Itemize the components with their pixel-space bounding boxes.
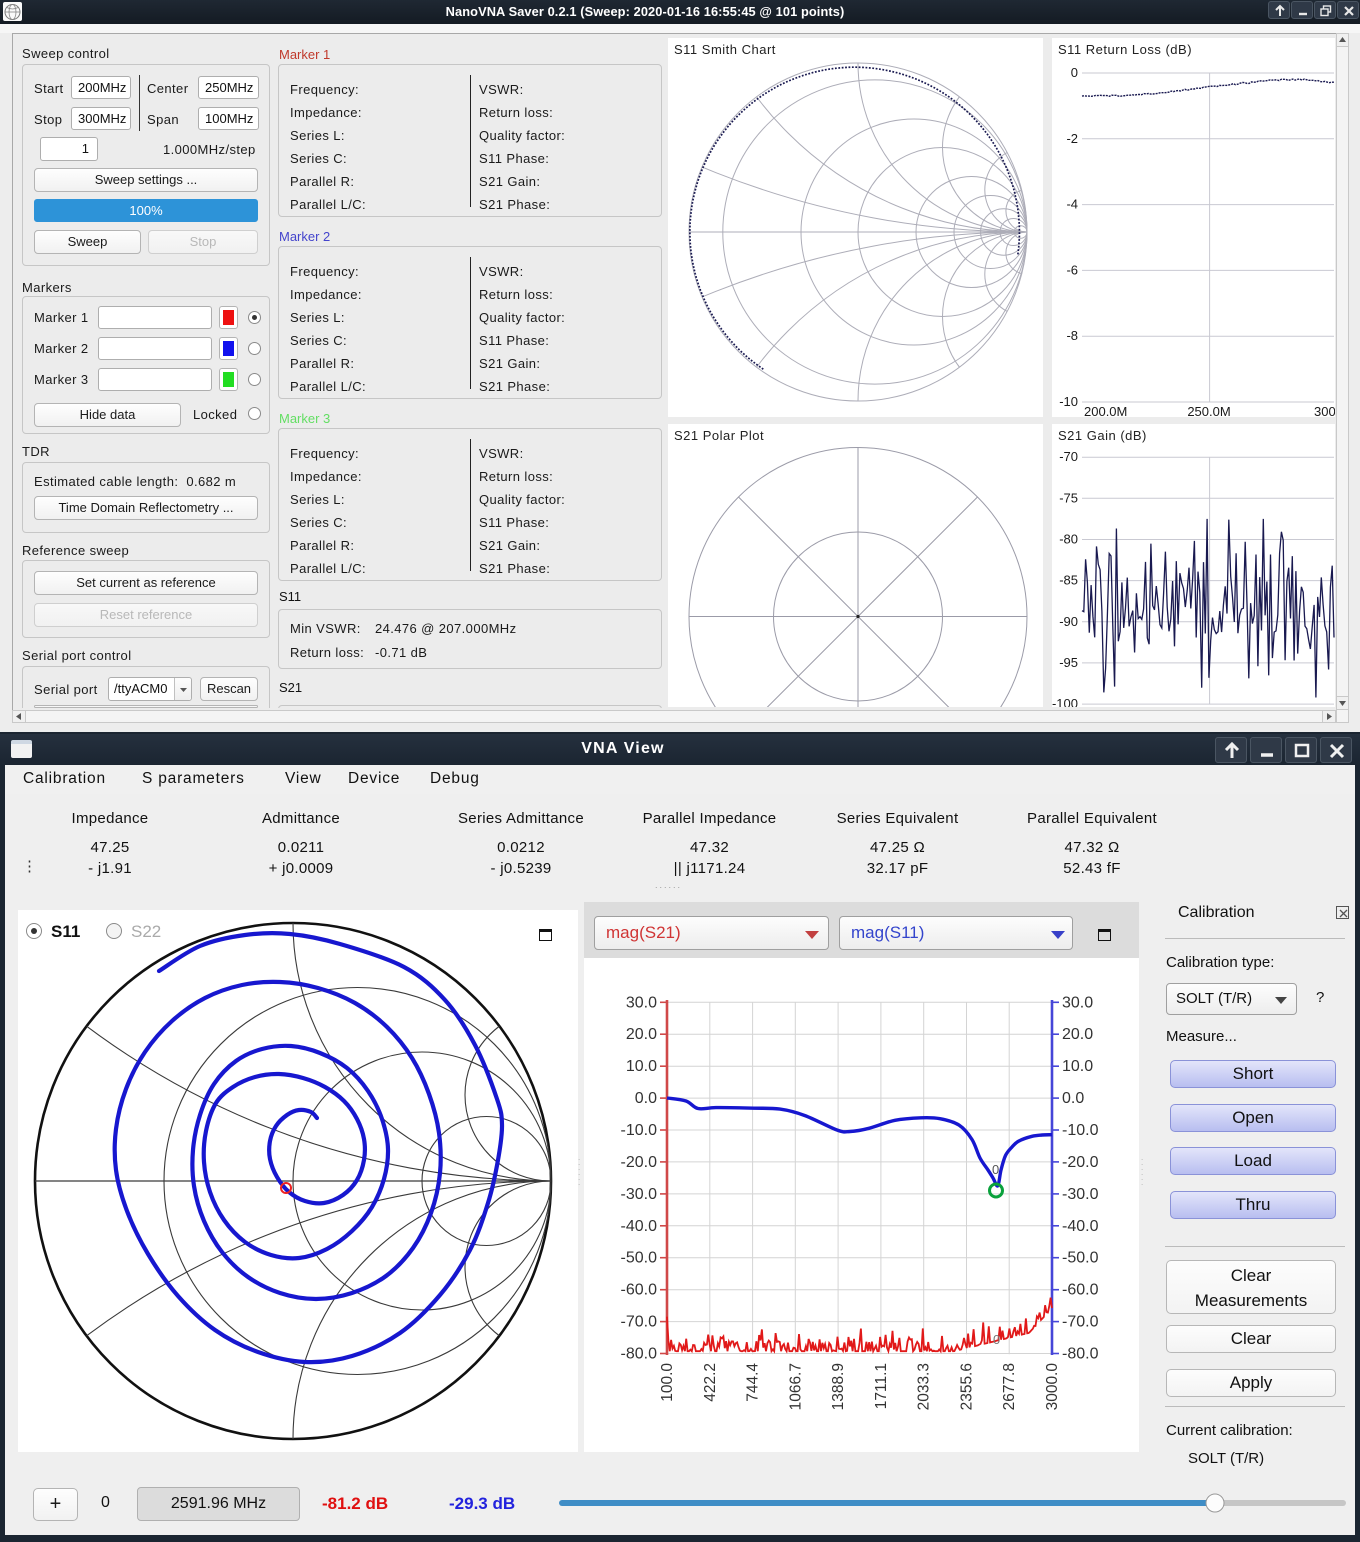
svg-text:1711.1: 1711.1	[873, 1363, 890, 1409]
svg-text:-6: -6	[1066, 262, 1078, 277]
svg-text:-2: -2	[1066, 131, 1078, 146]
svg-text:-20.0: -20.0	[621, 1154, 658, 1171]
svg-text:-80.0: -80.0	[621, 1346, 658, 1363]
svg-text:-75: -75	[1059, 490, 1078, 505]
svg-text:2355.6: 2355.6	[959, 1363, 976, 1410]
svg-text:0: 0	[993, 1332, 1000, 1347]
svg-text:422.2: 422.2	[702, 1363, 719, 1402]
svg-text:-80.0: -80.0	[1062, 1346, 1099, 1363]
svg-text:-85: -85	[1059, 573, 1078, 588]
svg-text:-90: -90	[1059, 614, 1078, 629]
svg-text:1388.9: 1388.9	[830, 1363, 847, 1410]
svg-text:250.0M: 250.0M	[1187, 404, 1230, 417]
svg-text:-70.0: -70.0	[1062, 1314, 1099, 1331]
svg-text:-40.0: -40.0	[621, 1218, 658, 1235]
svg-text:0: 0	[1071, 65, 1078, 80]
svg-text:0: 0	[992, 1162, 999, 1177]
svg-text:-10: -10	[1059, 394, 1078, 409]
svg-text:0.0: 0.0	[1062, 1090, 1084, 1107]
svg-text:10.0: 10.0	[626, 1058, 657, 1075]
svg-text:-10.0: -10.0	[1062, 1122, 1099, 1139]
svg-text:-8: -8	[1066, 328, 1078, 343]
svg-text:300.0M: 300.0M	[1314, 404, 1335, 417]
svg-text:-70.0: -70.0	[621, 1314, 658, 1331]
svg-text:2033.3: 2033.3	[916, 1363, 933, 1410]
svg-text:-50.0: -50.0	[621, 1250, 658, 1267]
svg-text:2677.8: 2677.8	[1001, 1363, 1018, 1410]
svg-text:-30.0: -30.0	[1062, 1186, 1099, 1203]
svg-text:-80: -80	[1059, 532, 1078, 547]
svg-text:20.0: 20.0	[1062, 1026, 1093, 1043]
svg-text:-30.0: -30.0	[621, 1186, 658, 1203]
svg-text:3000.0: 3000.0	[1044, 1363, 1061, 1411]
svg-text:-60.0: -60.0	[1062, 1282, 1099, 1299]
svg-text:30.0: 30.0	[1062, 994, 1093, 1011]
svg-text:-50.0: -50.0	[1062, 1250, 1099, 1267]
svg-text:-20.0: -20.0	[1062, 1154, 1099, 1171]
svg-text:30.0: 30.0	[626, 994, 657, 1011]
svg-text:-70: -70	[1059, 449, 1078, 464]
svg-text:0.0: 0.0	[635, 1090, 657, 1107]
svg-text:-4: -4	[1066, 197, 1078, 212]
svg-text:-40.0: -40.0	[1062, 1218, 1099, 1235]
svg-text:-60.0: -60.0	[621, 1282, 658, 1299]
svg-text:100.0: 100.0	[659, 1363, 676, 1402]
svg-text:200.0M: 200.0M	[1084, 404, 1127, 417]
svg-text:744.4: 744.4	[745, 1363, 762, 1402]
svg-text:20.0: 20.0	[626, 1026, 657, 1043]
svg-text:1066.7: 1066.7	[787, 1363, 804, 1410]
svg-text:-10.0: -10.0	[621, 1122, 658, 1139]
svg-text:10.0: 10.0	[1062, 1058, 1093, 1075]
svg-text:-95: -95	[1059, 655, 1078, 670]
svg-text:-100: -100	[1052, 696, 1078, 707]
